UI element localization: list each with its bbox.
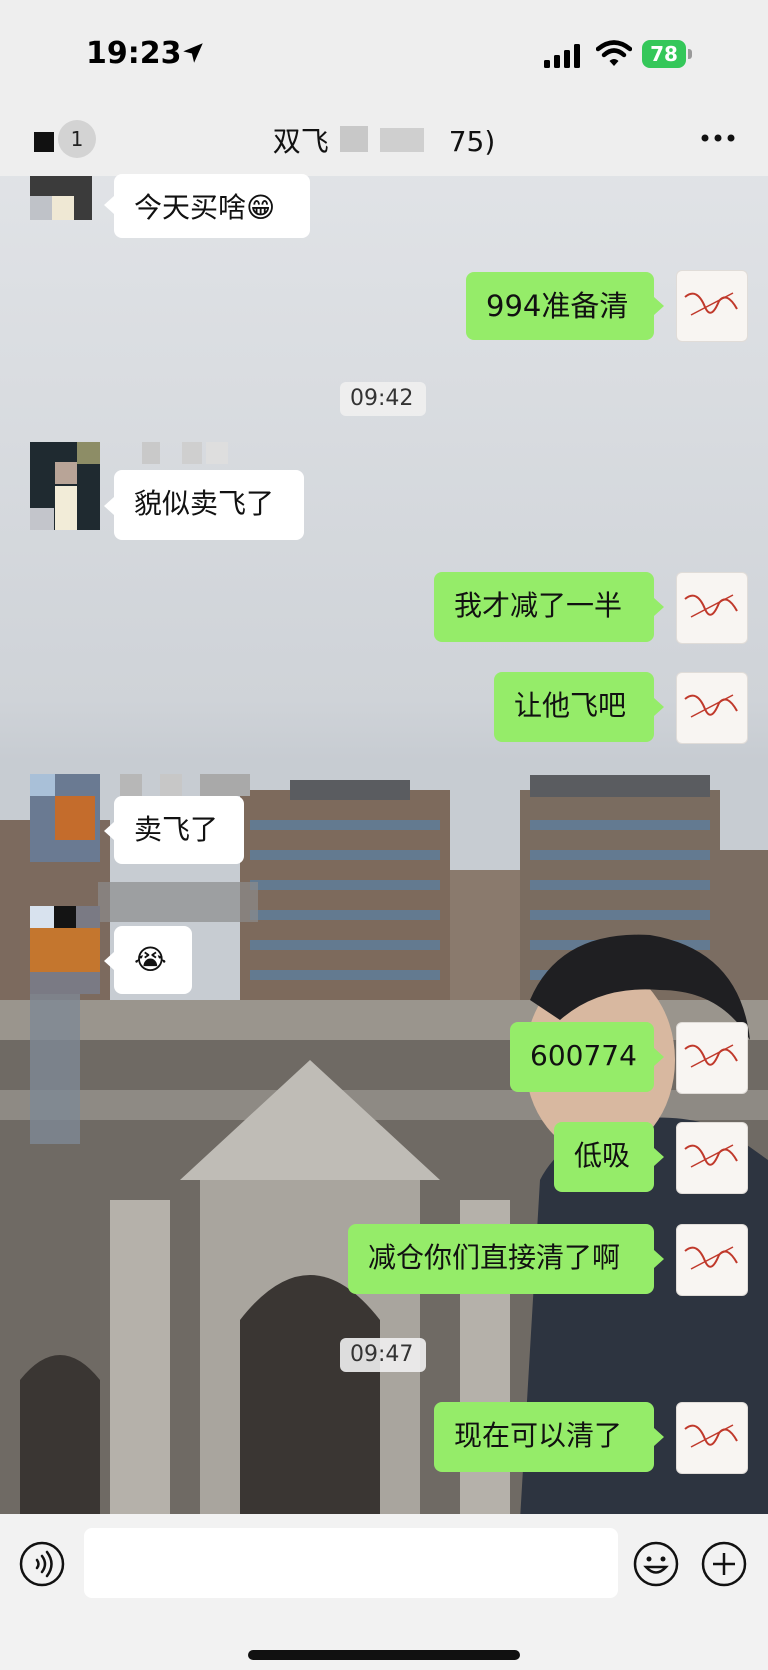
battery-level: 78 (650, 42, 678, 66)
message-bubble[interactable]: 😭 (114, 926, 192, 994)
wifi-icon (596, 40, 632, 66)
message-input[interactable] (84, 1528, 618, 1598)
avatar-signature-icon (684, 1424, 738, 1448)
bubble-tail (654, 698, 664, 716)
my-avatar[interactable] (676, 1224, 748, 1296)
message-bubble[interactable]: 我才减了一半 (434, 572, 654, 642)
avatar-pixel (54, 906, 76, 928)
contact-name (120, 774, 142, 796)
avatar-pixel (30, 196, 52, 220)
avatar-pixel (55, 796, 95, 840)
avatar-pixel (30, 906, 54, 928)
battery-cap (688, 49, 692, 59)
contact-name (206, 442, 228, 464)
location-arrow-icon (183, 43, 203, 63)
message-bubble[interactable]: 994准备清 (466, 272, 654, 340)
avatar-signature-icon (684, 1246, 738, 1270)
input-bar (0, 1514, 768, 1670)
chat-title-suffix: 75) (448, 125, 496, 158)
bubble-tail (104, 822, 114, 840)
message-bubble[interactable]: 今天买啥😁 (114, 174, 310, 238)
my-avatar[interactable] (676, 1402, 748, 1474)
avatar-pixel (30, 994, 80, 1144)
avatar-pixel (30, 774, 55, 796)
battery-indicator: 78 (642, 40, 692, 68)
contact-name (200, 774, 250, 796)
message-bubble[interactable]: 600774 (510, 1022, 654, 1092)
my-avatar[interactable] (676, 672, 748, 744)
bubble-tail (654, 598, 664, 616)
avatar-pixel (30, 928, 100, 972)
message-bubble[interactable]: 现在可以清了 (434, 1402, 654, 1472)
my-avatar[interactable] (676, 1122, 748, 1194)
contact-name (160, 774, 182, 796)
my-avatar[interactable] (676, 572, 748, 644)
bubble-tail (654, 297, 664, 315)
my-avatar[interactable] (676, 1022, 748, 1094)
message-bubble[interactable]: 减仓你们直接清了啊 (348, 1224, 654, 1294)
emoji-icon[interactable] (632, 1540, 680, 1588)
bubble-tail (654, 1250, 664, 1268)
more-icon[interactable] (700, 132, 736, 144)
avatar-pixel (52, 196, 74, 220)
signal-icon (544, 44, 580, 68)
message-bubble[interactable]: 貌似卖飞了 (114, 470, 304, 540)
bubble-tail (654, 1428, 664, 1446)
avatar-signature-icon (684, 1044, 738, 1068)
message-bubble[interactable]: 低吸 (554, 1122, 654, 1192)
timestamp: 09:42 (340, 382, 426, 416)
bubble-tail (654, 1048, 664, 1066)
bubble-tail (104, 497, 114, 515)
avatar-signature-icon (684, 292, 738, 316)
contact-name (182, 442, 202, 464)
avatar-pixel (77, 442, 100, 464)
status-time: 19:23 (86, 36, 182, 71)
avatar-signature-icon (684, 694, 738, 718)
title-blur (380, 128, 424, 152)
bubble-tail (654, 1148, 664, 1166)
avatar-signature-icon (684, 594, 738, 618)
avatar-pixel (30, 508, 54, 530)
avatar-signature-icon (684, 1144, 738, 1168)
bubble-tail (104, 196, 114, 214)
plus-icon[interactable] (700, 1540, 748, 1588)
chat-header: 1 双飞 75) (0, 110, 768, 176)
bubble-tail (104, 952, 114, 970)
my-avatar[interactable] (676, 270, 748, 342)
title-blur (340, 126, 368, 152)
contact-name (142, 442, 160, 464)
avatar-pixel (55, 486, 77, 530)
voice-icon[interactable] (18, 1540, 66, 1588)
home-indicator[interactable] (248, 1650, 520, 1660)
avatar-pixel (55, 462, 77, 484)
timestamp: 09:47 (340, 1338, 426, 1372)
contact-name (98, 882, 258, 922)
message-bubble[interactable]: 让他飞吧 (494, 672, 654, 742)
message-bubble[interactable]: 卖飞了 (114, 796, 244, 864)
status-bar: 19:23 78 (0, 0, 768, 110)
chat-title-prefix: 双飞 (272, 125, 329, 158)
